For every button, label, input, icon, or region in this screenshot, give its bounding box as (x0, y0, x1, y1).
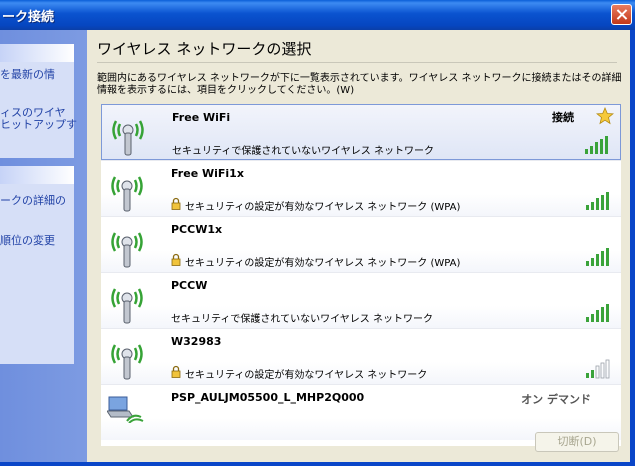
title-bar: ーク接続 (0, 0, 635, 30)
network-name: Free WiFi1x (171, 167, 244, 180)
disconnect-button[interactable]: 切断(D) (535, 432, 619, 452)
connected-status: 接続 (552, 111, 574, 124)
task-change-order[interactable]: 順位の変更 (0, 234, 55, 248)
group-header (0, 166, 74, 184)
close-button[interactable] (611, 4, 632, 25)
group-header (0, 44, 74, 62)
page-title: ワイヤレス ネットワークの選択 (97, 40, 312, 58)
divider (97, 62, 617, 63)
network-row[interactable]: W32983 セキュリティの設定が有効なワイヤレス ネットワーク (101, 328, 621, 384)
security-text: セキュリティの設定が有効なワイヤレス ネットワーク (WPA) (185, 202, 461, 213)
network-row[interactable]: PCCW1x セキュリティの設定が有効なワイヤレス ネットワーク (WPA) (101, 216, 621, 272)
lock-icon (171, 197, 181, 210)
signal-strength-icon (586, 248, 609, 266)
on-demand-status: オン デマンド (521, 393, 591, 406)
signal-strength-icon (586, 359, 610, 379)
security-text: セキュリティで保護されていないワイヤレス ネットワーク (171, 314, 433, 325)
lock-icon (171, 365, 181, 378)
network-name: PSP_AULJM05500_L_MHP2Q000 (171, 391, 365, 404)
lock-icon (171, 253, 181, 266)
wireless-antenna-icon (111, 344, 143, 380)
task-refresh-list[interactable]: を最新の情 (0, 68, 55, 82)
wireless-antenna-icon (111, 176, 143, 212)
network-name: PCCW (171, 279, 208, 292)
main-panel: ワイヤレス ネットワークの選択 範囲内にあるワイヤレス ネットワークが下に一覧表… (87, 30, 630, 462)
network-name: Free WiFi (172, 111, 231, 124)
task-setup-network-cont[interactable]: ヒットアップす (0, 118, 77, 132)
network-name: W32983 (171, 335, 222, 348)
star-icon (596, 107, 614, 125)
related-tasks-group: ークの詳細の 順位の変更 (0, 166, 74, 364)
signal-strength-icon (586, 304, 609, 322)
window-title: ーク接続 (2, 10, 55, 25)
security-text: セキュリティの設定が有効なワイヤレス ネットワーク (WPA) (185, 258, 461, 269)
computer-to-computer-icon (107, 396, 144, 423)
network-row[interactable]: PCCW セキュリティで保護されていないワイヤレス ネットワーク (101, 272, 621, 328)
network-name: PCCW1x (171, 223, 223, 236)
network-row[interactable]: Free WiFi1x セキュリティの設定が有効なワイヤレス ネットワーク (W… (101, 160, 621, 216)
window-border-bottom (0, 462, 635, 466)
wireless-antenna-icon (111, 288, 143, 324)
task-network-details[interactable]: ークの詳細の (0, 194, 66, 208)
description: 範囲内にあるワイヤレス ネットワークが下に一覧表示されています。ワイヤレス ネッ… (97, 73, 622, 96)
network-list[interactable]: Free WiFi 接続 セキュリティで保護されていないワイヤレス ネットワーク (101, 104, 621, 446)
wireless-antenna-icon (112, 120, 144, 156)
network-row[interactable]: Free WiFi 接続 セキュリティで保護されていないワイヤレス ネットワーク (101, 104, 621, 160)
signal-strength-icon (586, 192, 609, 210)
window-border-right (630, 30, 635, 466)
security-text: セキュリティの設定が有効なワイヤレス ネットワーク (185, 370, 428, 381)
network-tasks-group: を最新の情 ィスのワイヤ ヒットアップす (0, 44, 77, 158)
wireless-antenna-icon (111, 232, 143, 268)
security-text: セキュリティで保護されていないワイヤレス ネットワーク (172, 146, 434, 157)
signal-strength-icon (585, 136, 608, 154)
